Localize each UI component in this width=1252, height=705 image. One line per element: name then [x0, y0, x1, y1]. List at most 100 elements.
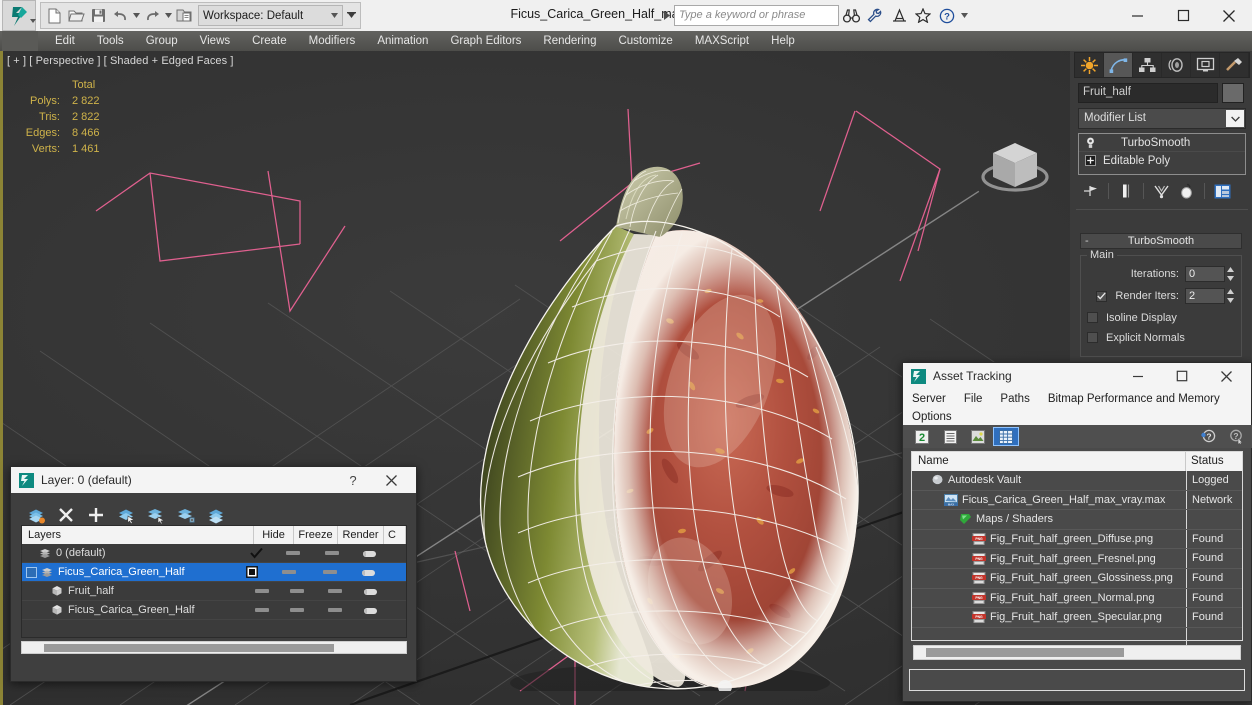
hierarchy-tab-icon[interactable] — [1133, 53, 1162, 77]
layer-freeze-cell[interactable] — [278, 582, 315, 600]
modifier-list-dropdown[interactable]: Modifier List — [1078, 108, 1246, 129]
layer-freeze-cell[interactable] — [274, 544, 312, 562]
expand-collapse-icon[interactable] — [26, 566, 37, 578]
favorites-star-icon[interactable] — [911, 4, 935, 27]
help-icon[interactable]: ? — [935, 4, 959, 27]
highlight-selected-objects-icon[interactable] — [171, 503, 201, 527]
layer-name-cell[interactable]: Ficus_Carica_Green_Half — [22, 604, 245, 617]
layer-renderflag-cell[interactable] — [350, 563, 386, 581]
grid-view-icon[interactable] — [993, 427, 1019, 446]
layer-horizontal-scrollbar[interactable] — [21, 641, 407, 654]
layer-color-cell[interactable] — [388, 601, 406, 619]
render-iters-checkbox[interactable] — [1096, 290, 1108, 302]
select-highlighted-objects-icon[interactable] — [141, 503, 171, 527]
configure-modifier-sets-icon[interactable] — [1209, 180, 1235, 202]
table-row[interactable]: PNG Fig_Fruit_half_green_Diffuse.png Found — [912, 529, 1242, 550]
remove-modifier-icon[interactable] — [1174, 180, 1200, 202]
layer-renderflag-cell[interactable] — [354, 582, 388, 600]
menu-home-button[interactable] — [2, 31, 38, 51]
object-name-field[interactable]: Fruit_half — [1078, 83, 1218, 103]
asset-horizontal-scrollbar[interactable] — [913, 645, 1241, 660]
layer-renderflag-cell[interactable] — [354, 601, 388, 619]
pin-stack-icon[interactable] — [1078, 180, 1104, 202]
modifier-stack-item-editablepoly[interactable]: Editable Poly — [1079, 152, 1245, 169]
asset-menu-options[interactable]: Options — [912, 411, 952, 423]
menu-item-help[interactable]: Help — [760, 31, 806, 51]
asset-column-status[interactable]: Status — [1186, 452, 1242, 471]
list-view-icon[interactable] — [937, 427, 963, 446]
isoline-display-checkbox[interactable] — [1087, 312, 1098, 323]
context-help-icon[interactable]: ? — [1223, 427, 1249, 446]
asset-scroll-thumb[interactable] — [926, 648, 1124, 657]
layer-name-cell[interactable]: Fruit_half — [22, 585, 245, 598]
object-color-swatch[interactable] — [1222, 83, 1244, 103]
table-row[interactable]: MAX Ficus_Carica_Green_Half_max_vray.max N… — [912, 490, 1242, 511]
layer-freeze-cell[interactable] — [270, 563, 309, 581]
layer-color-cell[interactable] — [388, 582, 406, 600]
layer-scroll-thumb[interactable] — [44, 644, 334, 652]
menu-item-maxscript[interactable]: MAXScript — [684, 31, 760, 51]
layer-freeze-cell[interactable] — [278, 601, 315, 619]
layer-table[interactable]: Layers Hide Freeze Render C 0 (default) F… — [21, 525, 407, 638]
menu-item-animation[interactable]: Animation — [366, 31, 439, 51]
layer-column-layers[interactable]: Layers — [22, 526, 254, 544]
layer-color-cell[interactable] — [387, 544, 406, 562]
asset-name-cell[interactable]: PNG Fig_Fruit_half_green_Fresnel.png — [912, 552, 1186, 565]
asset-tracking-minimize-button[interactable] — [1121, 363, 1155, 389]
asset-name-cell[interactable]: PNG Fig_Fruit_half_green_Normal.png — [912, 591, 1186, 604]
layer-render-cell[interactable] — [309, 563, 350, 581]
asset-name-cell[interactable]: PNG Fig_Fruit_half_green_Glossiness.png — [912, 572, 1186, 585]
asset-name-cell[interactable]: Autodesk Vault — [912, 474, 1186, 487]
asset-name-cell[interactable]: PNG Fig_Fruit_half_green_Specular.png — [912, 611, 1186, 624]
asset-menu-file[interactable]: File — [964, 393, 983, 405]
asset-name-cell[interactable]: Maps / Shaders — [912, 513, 1186, 526]
subscription-icon[interactable] — [887, 4, 911, 27]
modifier-list-chevron-down-icon[interactable] — [1226, 110, 1244, 127]
create-tab-icon[interactable] — [1075, 53, 1104, 77]
isoline-display-row[interactable]: Isoline Display — [1087, 309, 1235, 326]
asset-column-name[interactable]: Name — [912, 452, 1186, 471]
modifier-stack[interactable]: TurboSmooth Editable Poly — [1078, 133, 1246, 175]
menu-item-rendering[interactable]: Rendering — [532, 31, 607, 51]
table-row[interactable]: Fruit_half — [22, 582, 406, 601]
iterations-spinner[interactable] — [1226, 266, 1235, 282]
asset-menu-paths[interactable]: Paths — [1000, 393, 1029, 405]
close-button[interactable] — [1206, 0, 1252, 31]
layer-color-cell[interactable] — [386, 563, 406, 581]
rollout-collapse-icon[interactable]: - — [1085, 236, 1089, 247]
asset-tracking-maximize-button[interactable] — [1165, 363, 1199, 389]
table-row[interactable]: PNG Fig_Fruit_half_green_Normal.png Found — [912, 588, 1242, 609]
layer-render-cell[interactable] — [312, 544, 352, 562]
view-cube[interactable] — [975, 131, 1055, 203]
table-row[interactable]: PNG Fig_Fruit_half_green_Glossiness.png Fo… — [912, 568, 1242, 589]
menu-item-views[interactable]: Views — [189, 31, 241, 51]
asset-name-cell[interactable]: PNG Fig_Fruit_half_green_Diffuse.png — [912, 533, 1186, 546]
menu-item-tools[interactable]: Tools — [86, 31, 135, 51]
layer-renderflag-cell[interactable] — [352, 544, 387, 562]
minimize-button[interactable] — [1114, 0, 1160, 31]
maximize-button[interactable] — [1160, 0, 1206, 31]
motion-tab-icon[interactable] — [1162, 53, 1191, 77]
layer-hide-cell[interactable] — [234, 563, 270, 581]
layer-column-color[interactable]: C — [384, 526, 406, 544]
asset-tracking-close-button[interactable] — [1209, 363, 1243, 389]
layer-name-cell[interactable]: Ficus_Carica_Green_Half — [22, 566, 234, 579]
explicit-normals-checkbox[interactable] — [1087, 332, 1098, 343]
layer-render-cell[interactable] — [315, 601, 354, 619]
table-row[interactable]: PNG Fig_Fruit_half_green_Fresnel.png Found — [912, 549, 1242, 569]
asset-table[interactable]: Name Status Autodesk Vault Logged MAX Ficus… — [911, 451, 1243, 648]
menu-item-graph-editors[interactable]: Graph Editors — [439, 31, 532, 51]
table-row[interactable]: Autodesk Vault Logged — [912, 471, 1242, 491]
delete-layer-icon[interactable] — [51, 503, 81, 527]
asset-menu-server[interactable]: Server — [912, 393, 946, 405]
add-selection-to-layer-icon[interactable] — [81, 503, 111, 527]
search-input[interactable]: Type a keyword or phrase — [674, 5, 839, 26]
thumbnail-view-icon[interactable] — [965, 427, 991, 446]
layer-hide-cell[interactable] — [245, 601, 279, 619]
asset-name-cell[interactable]: MAX Ficus_Carica_Green_Half_max_vray.max — [912, 493, 1186, 506]
table-row[interactable]: Ficus_Carica_Green_Half — [22, 563, 406, 582]
menu-item-edit[interactable]: Edit — [44, 31, 86, 51]
table-row[interactable]: Maps / Shaders — [912, 510, 1242, 530]
binoculars-icon[interactable] — [839, 4, 863, 27]
layer-hide-cell[interactable] — [239, 544, 274, 562]
